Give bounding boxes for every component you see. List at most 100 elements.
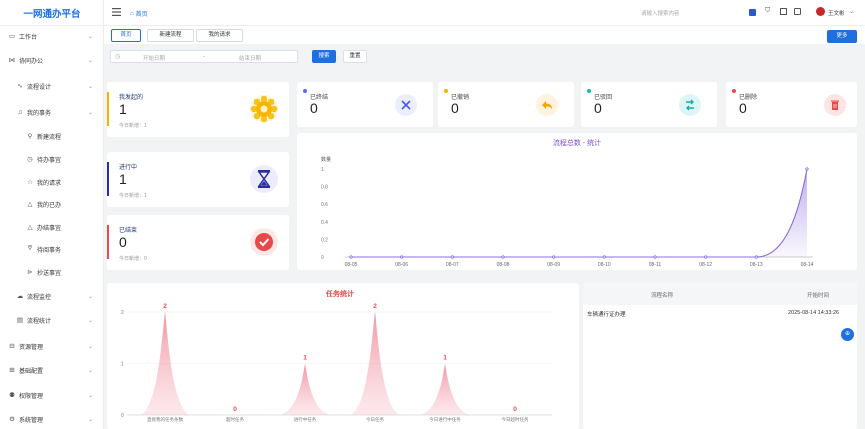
stat-sub: 今日新增：0 [119, 256, 147, 262]
x-tick-label: 08-05 [345, 262, 358, 268]
chevron-down-icon: ⌄ [87, 83, 93, 90]
sidebar-item-flow-monitor[interactable]: ☁ 流程监控 ⌄ [0, 289, 104, 303]
data-point[interactable] [653, 255, 657, 259]
chevron-down-icon: ⌄ [87, 416, 93, 423]
username[interactable]: 王文彬 [828, 9, 845, 17]
chevron-down-icon[interactable]: ⌄ [849, 8, 854, 15]
sidebar-item-label: 流程监控 [27, 294, 52, 301]
sidebar-item-my-done[interactable]: △ 我的已办 [0, 197, 104, 211]
data-point[interactable] [349, 255, 353, 259]
status-dot [303, 89, 307, 93]
data-label: 1 [303, 355, 307, 362]
sidebar-item-label: 新建流程 [37, 134, 62, 141]
hourglass-icon [249, 164, 279, 194]
data-peak[interactable] [279, 363, 331, 416]
flow-icon: ∿ [17, 83, 23, 90]
breadcrumb[interactable]: ⌂ 首页 [130, 9, 148, 19]
sidebar-item-collab-office[interactable]: ⋈ 协同办公 ⌄ [0, 53, 104, 67]
x-tick-label: 08-14 [801, 262, 814, 268]
chevron-down-icon: ⌄ [87, 33, 93, 40]
sidebar-item-cc[interactable]: ⊳ 抄送事宜 [0, 265, 104, 279]
monitor-icon: ▭ [8, 33, 16, 40]
date-separator: - [203, 54, 205, 60]
data-point[interactable] [552, 255, 556, 259]
sidebar-item-todo[interactable]: ◷ 待办事宜 [0, 152, 104, 166]
sidebar-item-resource-mgmt[interactable]: ⊟ 资源管理 ⌄ [0, 339, 104, 353]
sidebar-item-flow-stats[interactable]: ▤ 流程统计 ⌄ [0, 313, 104, 327]
search-button[interactable]: 搜索 [312, 50, 336, 63]
data-point[interactable] [400, 255, 404, 259]
sidebar-item-permission-mgmt[interactable]: ⚉ 权限管理 ⌄ [0, 388, 104, 402]
x-tick-label: 08-06 [395, 262, 408, 268]
tab-new-flow[interactable]: 新建流程 [147, 29, 194, 42]
header-search-input[interactable]: 请输入搜索内容 [641, 9, 680, 17]
data-point[interactable] [805, 167, 809, 171]
stat-card-small[interactable]: 已撤销 0 [438, 82, 574, 127]
tab-my-requests[interactable]: 我的请求 [196, 29, 243, 42]
chevron-down-icon: ⌄ [87, 57, 93, 64]
sidebar-item-new-flow[interactable]: ⚲ 新建流程 [0, 129, 104, 143]
stat-card-main[interactable]: 已结束 0 今日新增：0 [107, 215, 289, 270]
sidebar-item-my-requests[interactable]: ☆ 我的请求 [0, 175, 104, 189]
reset-button[interactable]: 重置 [343, 50, 367, 63]
table-cell-name[interactable]: 车辆通行证办理 [587, 310, 626, 318]
avatar[interactable] [816, 7, 825, 16]
stat-card-small[interactable]: 已删除 0 [726, 82, 857, 127]
data-point[interactable] [602, 255, 606, 259]
end-date-input[interactable]: 结束日期 [239, 54, 261, 62]
stat-card-main[interactable]: 我发起的 1 今日新增：1 [107, 82, 289, 137]
start-date-input[interactable]: 开始日期 [143, 54, 165, 62]
shirt-icon[interactable]: ⛉ [765, 7, 770, 15]
sidebar-item-system-mgmt[interactable]: ⚙ 系统管理 ⌄ [0, 412, 104, 426]
stat-value: 0 [119, 234, 127, 250]
tab-home[interactable]: 首页 [111, 29, 141, 42]
calendar-icon: ◷ [115, 54, 121, 60]
status-dot [732, 89, 736, 93]
more-button[interactable]: 更多 [827, 30, 857, 43]
tabs-bar: 首页 新建流程 我的请求 更多 [104, 26, 865, 44]
data-point[interactable] [501, 255, 505, 259]
screen-icon[interactable] [749, 9, 756, 16]
x-tick-label: 今日任务 [366, 416, 384, 423]
table-row[interactable]: 车辆通行证办理 2025-08-14 14:33:26 [583, 307, 857, 321]
stat-card-small[interactable]: 已终结 0 [297, 82, 433, 127]
gear-icon: ⚙ [9, 416, 15, 423]
status-dot [587, 89, 591, 93]
sidebar-item-my-affairs[interactable]: ♫ 我的事务 ⌄ [0, 105, 104, 119]
y-tick-label: 1 [321, 167, 324, 173]
sidebar-item-workbench[interactable]: ▭ 工作台 ⌄ [0, 29, 104, 43]
stat-title: 我发起的 [119, 95, 144, 101]
data-point[interactable] [704, 255, 708, 259]
check-circle-icon [249, 227, 279, 257]
fullscreen-icon[interactable] [780, 8, 787, 15]
data-label: 2 [163, 303, 167, 310]
data-peak[interactable] [419, 363, 471, 416]
bell-icon: ♫ [17, 108, 23, 116]
app-logo-title: 一网通办平台 [0, 0, 104, 26]
x-tick-label: 08-11 [649, 262, 662, 268]
sidebar-item-label: 基础配置 [19, 368, 44, 375]
chevron-down-icon: ⌄ [87, 109, 93, 116]
date-range-picker[interactable]: ◷ 开始日期 - 结束日期 [110, 50, 298, 63]
stat-card-small[interactable]: 已驳回 0 [581, 82, 717, 127]
screenshot-icon[interactable] [794, 8, 801, 15]
sidebar-item-base-config[interactable]: ⊞ 基础配置 ⌄ [0, 363, 104, 377]
hamburger-menu-icon[interactable] [112, 8, 121, 16]
stat-title: 进行中 [119, 165, 138, 171]
sidebar-item-label: 办结事宜 [37, 225, 62, 232]
sidebar-item-label: 流程统计 [27, 318, 52, 325]
stat-accent-bar [107, 92, 109, 126]
star-icon: ☆ [27, 179, 33, 186]
sidebar-item-completed[interactable]: △ 办结事宜 [0, 220, 104, 234]
x-tick-label: 08-10 [598, 262, 611, 268]
sidebar-item-to-read[interactable]: ⩢ 待阅事务 [0, 242, 104, 256]
chevron-down-icon: ⌄ [87, 293, 93, 300]
sidebar-item-flow-design[interactable]: ∿ 流程设计 ⌄ [0, 79, 104, 93]
chevron-down-icon: ⌄ [87, 343, 93, 350]
data-point[interactable] [754, 255, 758, 259]
sidebar-item-label: 待办事宜 [37, 157, 62, 164]
triangle-icon: △ [27, 201, 33, 208]
data-point[interactable] [450, 255, 454, 259]
back-to-top-button[interactable]: ⊕ [841, 328, 854, 341]
stat-card-main[interactable]: 进行中 1 今日新增：1 [107, 152, 289, 207]
